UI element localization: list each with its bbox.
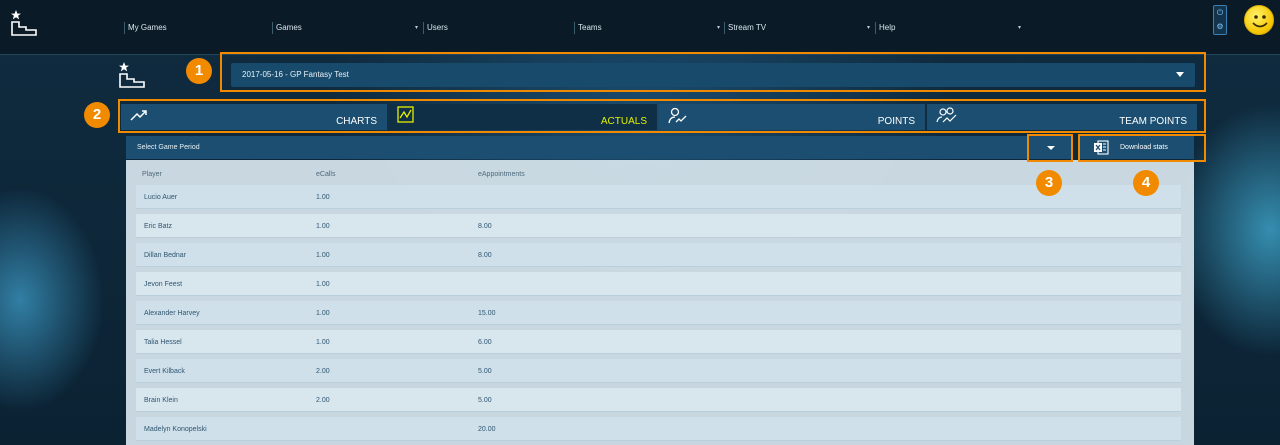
chevron-down-icon: ▾ (716, 25, 720, 31)
callout-box-1 (220, 52, 1206, 92)
table-row[interactable]: Eric Batz 1.00 8.00 (136, 214, 1181, 238)
table-row[interactable]: Madelyn Konopelski 20.00 (136, 417, 1181, 441)
account-controls: ⏻ ⚙ (1213, 5, 1227, 35)
cell-ecalls: 1.00 (316, 281, 330, 288)
cell-eappointments: 5.00 (478, 368, 492, 375)
table-row[interactable]: Jevon Feest 1.00 (136, 272, 1181, 296)
chevron-down-icon: ▾ (1017, 25, 1021, 31)
nav-label: Games (276, 23, 302, 32)
nav-my-games[interactable]: My Games (124, 22, 264, 34)
nav-label: My Games (128, 23, 167, 32)
top-nav-bar: My Games Games ▾ Users Teams ▾ Stream TV… (0, 0, 1280, 55)
nav-teams[interactable]: Teams ▾ (574, 22, 720, 34)
game-period-select[interactable]: Select Game Period (126, 136, 1072, 159)
table-row[interactable]: Dillan Bednar 1.00 8.00 (136, 243, 1181, 267)
callout-badge-2: 2 (84, 102, 110, 128)
column-header-eappointments[interactable]: eAppointments (478, 171, 525, 178)
nav-users[interactable]: Users (423, 22, 563, 34)
cell-eappointments: 15.00 (478, 310, 496, 317)
callout-badge-4: 4 (1133, 170, 1159, 196)
cell-eappointments: 20.00 (478, 426, 496, 433)
callout-box-4 (1078, 134, 1206, 162)
table-row[interactable]: Brain Klein 2.00 5.00 (136, 388, 1181, 412)
cell-ecalls: 2.00 (316, 397, 330, 404)
nav-label: Users (427, 23, 448, 32)
column-header-ecalls[interactable]: eCalls (316, 171, 335, 178)
nav-help[interactable]: Help ▾ (875, 22, 1021, 34)
table-row[interactable]: Evert Kilback 2.00 5.00 (136, 359, 1181, 383)
cell-player: Talia Hessel (144, 339, 182, 346)
nav-games[interactable]: Games ▾ (272, 22, 418, 34)
callout-box-2 (118, 99, 1206, 133)
chevron-down-icon: ▾ (414, 25, 418, 31)
table-row[interactable]: Alexander Harvey 1.00 15.00 (136, 301, 1181, 325)
cell-ecalls: 1.00 (316, 252, 330, 259)
chevron-down-icon: ▾ (866, 25, 870, 31)
cell-ecalls: 1.00 (316, 223, 330, 230)
cell-player: Brain Klein (144, 397, 178, 404)
cell-eappointments: 8.00 (478, 223, 492, 230)
stats-table: Player eCalls eAppointments Lucio Auer 1.… (126, 160, 1194, 445)
cell-eappointments: 6.00 (478, 339, 492, 346)
podium-star-icon[interactable] (10, 10, 40, 36)
cell-player: Madelyn Konopelski (144, 426, 207, 433)
cell-ecalls: 1.00 (316, 194, 330, 201)
cell-eappointments: 5.00 (478, 397, 492, 404)
callout-badge-3: 3 (1036, 170, 1062, 196)
column-header-player[interactable]: Player (142, 171, 162, 178)
callout-box-3 (1027, 134, 1073, 162)
cell-player: Lucio Auer (144, 194, 178, 201)
nav-label: Help (879, 23, 896, 32)
cell-ecalls: 2.00 (316, 368, 330, 375)
game-period-placeholder: Select Game Period (137, 144, 200, 151)
smiley-avatar-icon[interactable] (1244, 5, 1274, 35)
callout-badge-1: 1 (186, 58, 212, 84)
cell-player: Jevon Feest (144, 281, 183, 288)
cell-eappointments: 8.00 (478, 252, 492, 259)
cell-player: Eric Batz (144, 223, 173, 230)
nav-stream-tv[interactable]: Stream TV ▾ (724, 22, 870, 34)
cell-ecalls: 1.00 (316, 310, 330, 317)
nav-label: Teams (578, 23, 602, 32)
cell-player: Dillan Bednar (144, 252, 187, 259)
table-header: Player eCalls eAppointments (126, 166, 1194, 182)
table-row[interactable]: Talia Hessel 1.00 6.00 (136, 330, 1181, 354)
table-row[interactable]: Lucio Auer 1.00 (136, 185, 1181, 209)
power-icon[interactable]: ⏻ (1214, 6, 1226, 20)
podium-star-icon (119, 62, 145, 88)
gear-icon[interactable]: ⚙ (1214, 20, 1226, 34)
cell-player: Alexander Harvey (144, 310, 200, 317)
cell-ecalls: 1.00 (316, 339, 330, 346)
cell-player: Evert Kilback (144, 368, 185, 375)
nav-label: Stream TV (728, 23, 767, 32)
